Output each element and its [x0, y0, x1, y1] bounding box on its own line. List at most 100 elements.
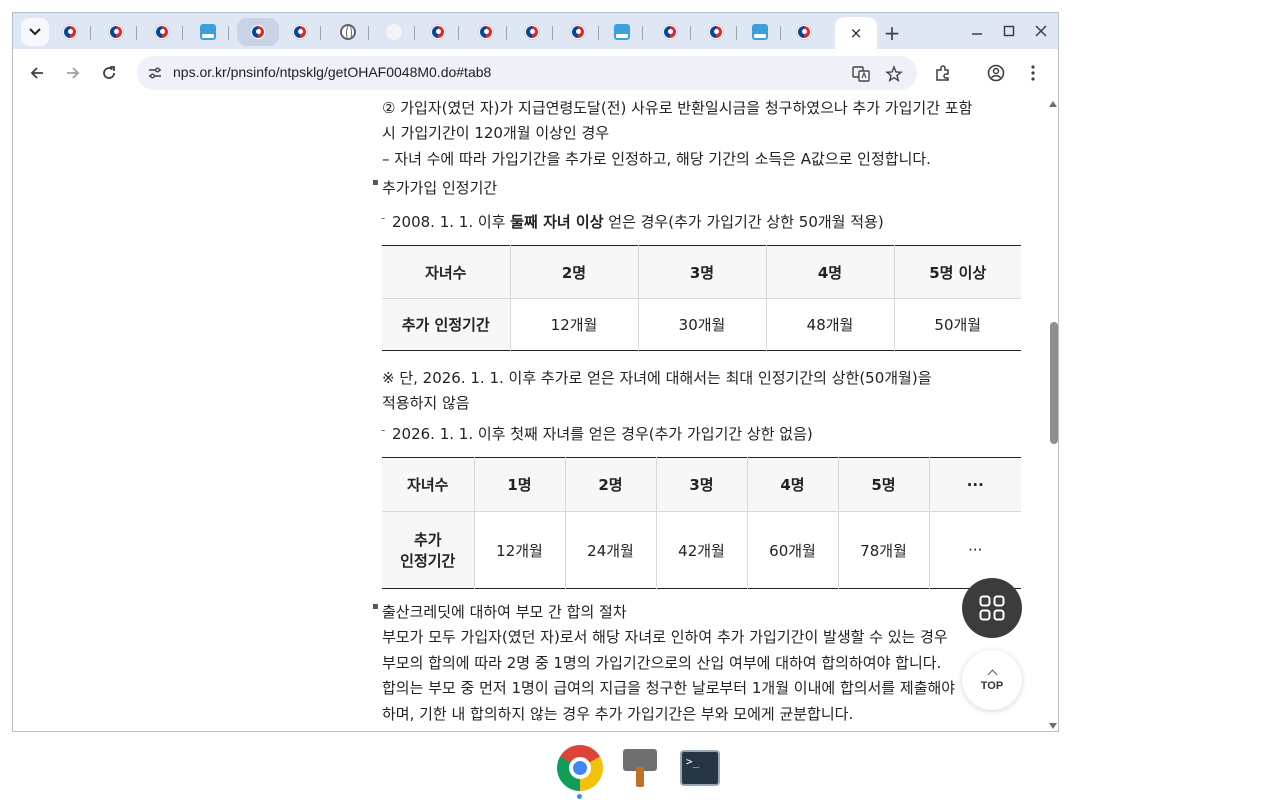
tab-strip: × + — [13, 13, 1058, 49]
globe-icon — [340, 24, 356, 40]
site-favicon-icon — [200, 24, 216, 40]
browser-tab[interactable] — [601, 18, 643, 46]
table-header-cell: 4명 — [746, 457, 839, 512]
dash-icon: - — [381, 423, 386, 437]
browser-tab[interactable] — [95, 18, 137, 46]
nps-favicon-icon — [430, 24, 446, 40]
minimize-icon[interactable] — [961, 19, 993, 43]
arrow-right-icon — [67, 67, 80, 79]
profile-icon[interactable] — [984, 61, 1008, 85]
table-header-cell: 3명 — [655, 457, 748, 512]
arrow-left-icon — [30, 67, 43, 79]
table-header-cell: 5명 — [837, 457, 930, 512]
section-heading: ▪ 추가가입 인정기간 — [372, 177, 498, 197]
browser-tab[interactable] — [557, 18, 599, 46]
table-header-cell: 2명 — [509, 245, 639, 299]
browser-tab[interactable] — [465, 18, 507, 46]
browser-tab[interactable] — [373, 18, 415, 46]
tool-app[interactable] — [616, 744, 664, 792]
new-tab-button[interactable]: + — [879, 20, 905, 46]
browser-tab[interactable] — [783, 18, 825, 46]
table-cell: 78개월 — [837, 511, 930, 589]
page-viewport: ② 가입자(였던 자)가 지급연령도달(전) 사유로 반환일시금을 청구하였으나… — [13, 97, 1046, 731]
table-cell: 50개월 — [893, 298, 1021, 351]
browser-tab[interactable] — [511, 18, 553, 46]
site-favicon-icon — [752, 24, 768, 40]
agreement-text: 하며, 기한 내 합의하지 않는 경우 추가 가입기간은 부와 모에게 균분합니… — [382, 705, 854, 723]
nps-favicon-icon — [796, 24, 812, 40]
section-heading: ▪ 출산크레딧에 대하여 부모 간 합의 절차 — [372, 601, 627, 621]
note-text: 적용하지 않음 — [382, 394, 470, 412]
scrollbar-thumb[interactable] — [1050, 322, 1058, 444]
close-window-icon[interactable] — [1025, 19, 1057, 43]
terminal-app[interactable]: >_ — [676, 744, 724, 792]
reload-icon — [103, 66, 115, 79]
browser-tab[interactable] — [141, 18, 183, 46]
rule-text: - 2008. 1. 1. 이후 둘째 자녀 이상 얻은 경우(추가 가입기간 … — [381, 211, 884, 231]
table-cell: ··· — [928, 511, 1021, 589]
browser-tab[interactable] — [417, 18, 459, 46]
browser-tab[interactable] — [739, 18, 781, 46]
extensions-icon[interactable] — [931, 61, 955, 85]
reload-button[interactable] — [95, 59, 123, 87]
tool-icon — [621, 747, 659, 789]
tab-search-button[interactable] — [21, 18, 49, 46]
gov-favicon-icon — [386, 24, 402, 40]
nps-favicon-icon — [708, 24, 724, 40]
browser-tab[interactable] — [279, 18, 321, 46]
url-text[interactable]: nps.or.kr/pnsinfo/ntpsklg/getOHAF0048M0.… — [173, 64, 491, 80]
maximize-icon[interactable] — [993, 19, 1025, 43]
nps-favicon-icon — [292, 24, 308, 40]
back-button[interactable] — [23, 59, 51, 87]
note-text: ※ 단, 2026. 1. 1. 이후 추가로 얻은 자녀에 대해서는 최대 인… — [382, 369, 932, 387]
table-header-cell: 4명 — [765, 245, 895, 299]
agreement-text: 부모의 합의에 따라 2명 중 1명의 가입기간으로의 산입 여부에 대하여 합… — [382, 654, 942, 672]
nps-favicon-icon — [662, 24, 678, 40]
browser-tab[interactable] — [187, 18, 229, 46]
nps-favicon-icon — [108, 24, 124, 40]
bullet-icon: ▪ — [372, 601, 379, 612]
scroll-up-icon[interactable] — [1049, 101, 1057, 107]
browser-tab[interactable] — [49, 18, 91, 46]
translate-icon[interactable] — [850, 63, 872, 85]
table-header-cell: 5명 이상 — [893, 245, 1021, 299]
taskbar: >_ — [0, 736, 1280, 800]
table-cell: 60개월 — [746, 511, 839, 589]
intro-text: – 자녀 수에 따라 가입기간을 추가로 인정하고, 해당 기간의 소득은 A값… — [382, 150, 931, 168]
agreement-text: 합의는 부모 중 먼저 1명이 급여의 지급을 청구한 날로부터 1개월 이내에… — [382, 679, 956, 697]
vertical-scrollbar[interactable] — [1046, 97, 1058, 731]
scroll-to-top-button[interactable]: TOP — [962, 650, 1022, 710]
quick-menu-button[interactable] — [962, 578, 1022, 638]
address-bar[interactable]: nps.or.kr/pnsinfo/ntpsklg/getOHAF0048M0.… — [137, 56, 917, 90]
table-row-label: 추가 인정기간 — [382, 511, 475, 589]
nps-favicon-icon — [62, 24, 78, 40]
table-header-cell: ··· — [928, 457, 1021, 512]
browser-window: × + nps.or.kr/pnsinfo/ntpsklg/getOHAF004… — [12, 12, 1059, 732]
nps-favicon-icon — [524, 24, 540, 40]
bookmark-star-icon[interactable] — [883, 63, 905, 85]
table-header-cell: 1명 — [473, 457, 566, 512]
active-tab[interactable]: × — [835, 17, 877, 49]
table-cell: 48개월 — [765, 298, 895, 351]
browser-tab[interactable] — [695, 18, 737, 46]
browser-tab[interactable] — [327, 18, 369, 46]
chrome-icon — [557, 745, 603, 791]
close-tab-icon[interactable]: × — [850, 24, 863, 42]
intro-text: 시 가입기간이 120개월 이상인 경우 — [382, 124, 610, 142]
additional-period-table-2026: 자녀수 1명 2명 3명 4명 5명 ··· 추가 인정기간 12개월 24개월 … — [382, 457, 1021, 589]
chrome-app[interactable] — [556, 744, 604, 792]
kebab-menu-icon[interactable] — [1021, 61, 1045, 85]
table-header-cell: 3명 — [637, 245, 767, 299]
table-row-label: 추가 인정기간 — [382, 298, 511, 351]
table-cell: 24개월 — [564, 511, 657, 589]
nps-favicon-icon — [250, 24, 266, 40]
browser-tab-hovered[interactable] — [237, 18, 279, 46]
scroll-down-icon[interactable] — [1049, 723, 1057, 729]
agreement-text: 부모가 모두 가입자(였던 자)로서 해당 자녀로 인하여 추가 가입기간이 발… — [382, 628, 948, 646]
top-label: TOP — [980, 680, 1004, 692]
site-settings-icon[interactable] — [145, 63, 165, 83]
site-favicon-icon — [614, 24, 630, 40]
table-header-cell: 자녀수 — [382, 457, 475, 512]
forward-button[interactable] — [59, 59, 87, 87]
browser-tab[interactable] — [649, 18, 691, 46]
